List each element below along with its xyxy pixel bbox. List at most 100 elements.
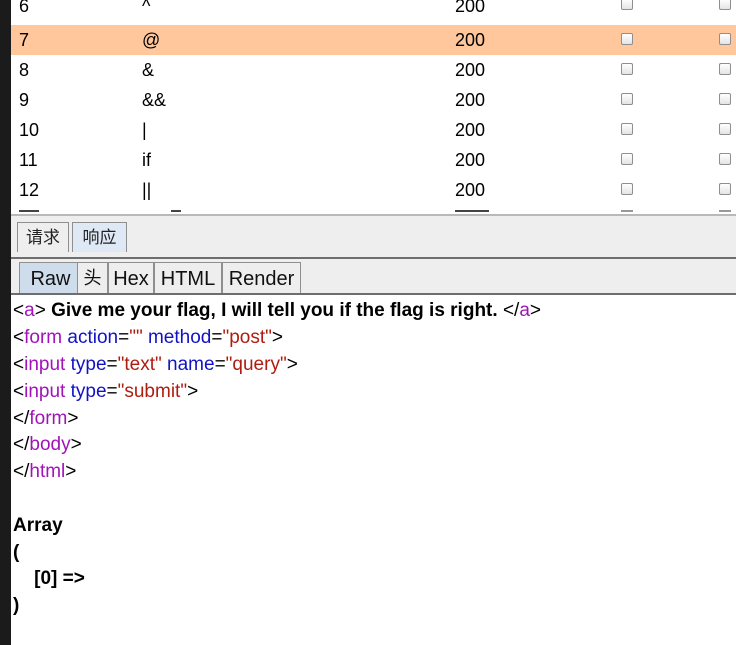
tag-bracket: > — [529, 300, 541, 321]
tag-bracket: < — [13, 381, 25, 402]
array-label: Array — [13, 515, 63, 536]
tag-name: a — [519, 300, 530, 321]
error-checkbox[interactable] — [621, 123, 633, 135]
code-line: <form action="" method="post"> — [13, 325, 283, 351]
tag-bracket: < — [13, 354, 25, 375]
timeout-checkbox[interactable] — [719, 123, 731, 135]
payload: && — [142, 90, 167, 110]
timeout-checkbox[interactable] — [719, 63, 731, 75]
tab-render[interactable]: Render — [222, 262, 301, 294]
response-body[interactable]: <a> Give me your flag, I will tell you i… — [11, 298, 736, 645]
table-row-selected[interactable]: 7 @ 200 — [11, 25, 736, 55]
status-code: 200 — [455, 90, 486, 110]
timeout-checkbox[interactable] — [719, 153, 731, 165]
code-line: </form> — [13, 406, 78, 432]
tag-bracket: </ — [13, 434, 30, 455]
tag-name: input — [24, 354, 66, 375]
attr-value: "submit" — [117, 381, 188, 402]
tag-name: form — [24, 327, 63, 348]
clipped-text-fragment — [19, 210, 39, 212]
status-code: 200 — [455, 150, 486, 170]
tab-hex[interactable]: Hex — [108, 262, 154, 294]
tab-raw[interactable]: Raw — [19, 262, 82, 294]
error-checkbox[interactable] — [621, 0, 633, 10]
tab-response[interactable]: 响应 — [72, 222, 127, 252]
window-left-edge — [0, 0, 11, 645]
payload: @ — [142, 30, 161, 50]
results-table[interactable]: 6 ^ 200 7 @ 200 8 & 200 9 && 200 10 | 20… — [11, 0, 736, 214]
clipped-text-fragment — [171, 210, 181, 212]
error-checkbox[interactable] — [621, 183, 633, 195]
timeout-checkbox[interactable] — [719, 33, 731, 45]
tag-bracket: > — [34, 300, 46, 321]
status-code: 200 — [455, 120, 486, 140]
status-code: 200 — [455, 60, 486, 80]
tag-bracket: </ — [13, 408, 30, 429]
tag-bracket: > — [187, 381, 199, 402]
payload: | — [142, 120, 147, 140]
equals: = — [211, 327, 223, 348]
payload: & — [142, 60, 155, 80]
payload: if — [142, 150, 151, 170]
tab-request[interactable]: 请求 — [17, 222, 69, 252]
tab-underline — [11, 293, 736, 295]
timeout-checkbox[interactable] — [719, 93, 731, 105]
array-entry: [0] => — [13, 568, 91, 589]
tag-name: html — [29, 461, 66, 482]
error-checkbox[interactable] — [621, 33, 633, 45]
tag-name: input — [24, 381, 66, 402]
table-row[interactable]: 10 | 200 — [11, 115, 736, 145]
attr-name: method — [147, 327, 212, 348]
table-row[interactable]: 6 ^ 200 — [11, 0, 736, 25]
array-close-paren: ) — [13, 595, 20, 616]
view-mode-tabs: Raw 头 Hex HTML Render — [11, 259, 736, 295]
equals: = — [106, 381, 118, 402]
error-checkbox[interactable] — [621, 63, 633, 75]
request-number: 8 — [19, 60, 30, 80]
clipped-text-fragment — [719, 210, 731, 212]
array-open-paren: ( — [13, 542, 20, 563]
status-code: 200 — [455, 180, 486, 200]
code-line: <input type="text" name="query"> — [13, 352, 298, 378]
attr-name: type — [70, 354, 107, 375]
message-text: Give me your flag, I will tell you if th… — [45, 300, 503, 321]
code-line: </html> — [13, 459, 76, 485]
tag-bracket: < — [13, 300, 25, 321]
tag-bracket: </ — [502, 300, 520, 321]
tab-headers[interactable]: 头 — [77, 262, 108, 294]
tag-name: a — [24, 300, 35, 321]
request-number: 10 — [19, 120, 40, 140]
error-checkbox[interactable] — [621, 153, 633, 165]
status-code: 200 — [455, 30, 486, 50]
tag-bracket: > — [67, 408, 79, 429]
table-row[interactable]: 11 if 200 — [11, 145, 736, 175]
tag-bracket: < — [13, 327, 25, 348]
equals: = — [214, 354, 226, 375]
attr-value: "text" — [117, 354, 162, 375]
tag-bracket: </ — [13, 461, 30, 482]
attr-value: "post" — [222, 327, 272, 348]
tab-html[interactable]: HTML — [154, 262, 222, 294]
attr-name: action — [67, 327, 119, 348]
clipped-text-fragment — [455, 210, 489, 212]
code-line: <a> Give me your flag, I will tell you i… — [13, 298, 541, 324]
request-number: 7 — [19, 30, 30, 50]
table-row[interactable]: 8 & 200 — [11, 55, 736, 85]
request-number: 6 — [19, 0, 30, 16]
tag-bracket: > — [271, 327, 283, 348]
request-number: 11 — [19, 150, 38, 170]
tag-name: form — [29, 408, 68, 429]
code-line: </body> — [13, 432, 82, 458]
timeout-checkbox[interactable] — [719, 0, 731, 10]
table-row[interactable]: 9 && 200 — [11, 85, 736, 115]
attr-name: name — [167, 354, 215, 375]
table-row[interactable]: 12 || 200 — [11, 175, 736, 205]
code-line: <input type="submit"> — [13, 379, 198, 405]
attr-name: type — [70, 381, 107, 402]
timeout-checkbox[interactable] — [719, 183, 731, 195]
attr-value: "query" — [225, 354, 287, 375]
request-number: 9 — [19, 90, 30, 110]
error-checkbox[interactable] — [621, 93, 633, 105]
attr-value: "" — [129, 327, 143, 348]
equals: = — [118, 327, 130, 348]
